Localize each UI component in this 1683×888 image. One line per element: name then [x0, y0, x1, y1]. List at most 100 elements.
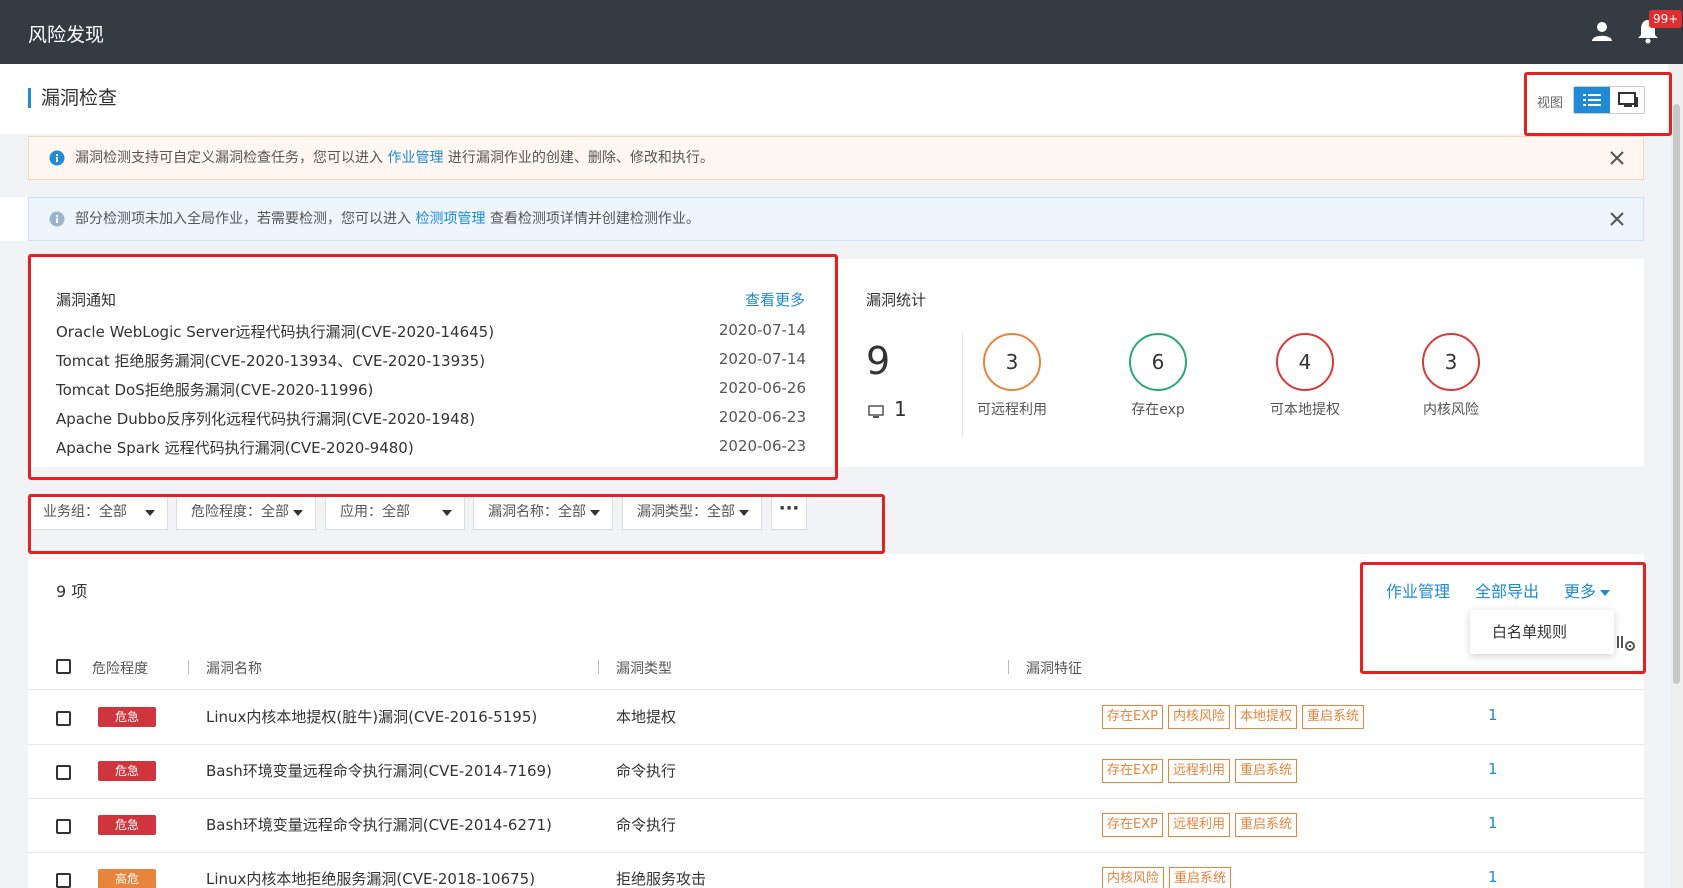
close-icon[interactable] [1609, 150, 1625, 166]
notice-name: Apache Spark 远程代码执行漏洞(CVE-2020-9480) [56, 439, 414, 457]
notice-date: 2020-06-23 [718, 437, 806, 455]
feature-tag: 本地提权 [1234, 705, 1297, 729]
item-count: 9 项 [56, 582, 88, 601]
filter-label: 漏洞名称：全部 [488, 504, 586, 520]
vulnerability-name[interactable]: Bash环境变量远程命令执行漏洞(CVE-2014-7169) [206, 760, 552, 781]
stats-title: 漏洞统计 [866, 291, 927, 309]
stat-label: 内核风险 [1423, 402, 1479, 418]
page-scrollbar[interactable] [1670, 64, 1683, 888]
severity-badge: 危急 [98, 761, 156, 781]
scrollbar-thumb[interactable] [1673, 104, 1680, 684]
table-row[interactable]: 危急 Linux内核本地提权(脏牛)漏洞(CVE-2016-5195) 本地提权… [28, 691, 1644, 745]
user-icon[interactable] [1590, 19, 1614, 43]
severity-badge: 危急 [98, 707, 156, 727]
notice-item[interactable]: Tomcat DoS拒绝服务漏洞(CVE-2020-11996) 2020-06-… [56, 379, 806, 408]
alert-text: 查看检测项详情并创建检测作业。 [485, 211, 700, 227]
feature-tag: 内核风险 [1102, 867, 1165, 888]
vulnerability-table-panel: 9 项 作业管理 全部导出 更多 危险程度 漏洞名称 漏洞类型 漏洞特征 危急 … [28, 554, 1644, 888]
filter-label: 危险程度：全部 [191, 504, 289, 520]
check-item-management-link[interactable]: 检测项管理 [415, 211, 485, 227]
job-info-alert: 漏洞检测支持可自定义漏洞检查任务，您可以进入 作业管理 进行漏洞作业的创建、删除… [28, 136, 1644, 180]
features-column-header[interactable]: 漏洞特征 [1026, 658, 1082, 678]
more-actions-button[interactable]: 更多 [1564, 578, 1611, 602]
close-icon[interactable] [1609, 211, 1625, 227]
chevron-down-icon [590, 510, 600, 516]
severity-badge: 危急 [98, 815, 156, 835]
monitor-view-icon [1618, 92, 1638, 107]
info-icon [49, 150, 65, 166]
host-view-button[interactable] [1610, 87, 1644, 113]
vulnerability-type-filter[interactable]: 漏洞类型：全部 [622, 494, 762, 530]
export-all-button[interactable]: 全部导出 [1475, 578, 1539, 602]
info-icon [49, 211, 65, 227]
feature-tags: 存在EXP 内核风险 本地提权 重启系统 [1102, 705, 1369, 729]
severity-filter[interactable]: 危险程度：全部 [176, 494, 316, 530]
feature-tag: 远程利用 [1167, 813, 1230, 837]
vulnerability-name-filter[interactable]: 漏洞名称：全部 [473, 494, 613, 530]
business-group-filter[interactable]: 业务组：全部 [28, 494, 168, 530]
page-title: 漏洞检查 [28, 88, 117, 108]
top-bar: 风险发现 99+ [0, 0, 1683, 64]
caret-down-icon [1600, 589, 1611, 596]
vulnerability-name[interactable]: Bash环境变量远程命令执行漏洞(CVE-2014-6271) [206, 814, 552, 835]
view-label: 视图 [1537, 96, 1564, 111]
stat-label: 存在exp [1131, 402, 1185, 418]
vulnerability-name[interactable]: Linux内核本地拒绝服务漏洞(CVE-2018-10675) [206, 868, 535, 888]
filter-label: 业务组：全部 [43, 504, 127, 520]
job-management-link[interactable]: 作业管理 [387, 150, 443, 166]
row-checkbox[interactable] [56, 711, 71, 726]
list-view-button[interactable] [1574, 87, 1610, 113]
whitelist-rules-menu-item[interactable]: 白名单规则 [1492, 623, 1567, 641]
vulnerability-type: 本地提权 [616, 708, 677, 726]
stat-circle: 3 [1422, 333, 1480, 391]
notice-item[interactable]: Tomcat 拒绝服务漏洞(CVE-2020-13934、CVE-2020-13… [56, 350, 806, 379]
stat-label: 可本地提权 [1270, 402, 1340, 418]
notice-item[interactable]: Oracle WebLogic Server远程代码执行漏洞(CVE-2020-… [56, 321, 806, 350]
affected-count-link[interactable]: 1 [1488, 760, 1498, 778]
stat-local-privilege[interactable]: 4 可本地提权 [1245, 333, 1365, 419]
affected-count-link[interactable]: 1 [1488, 706, 1498, 724]
job-management-button[interactable]: 作业管理 [1386, 578, 1450, 602]
feature-tag: 内核风险 [1167, 705, 1230, 729]
stat-circle: 3 [983, 333, 1041, 391]
vulnerability-name[interactable]: Linux内核本地提权(脏牛)漏洞(CVE-2016-5195) [206, 706, 537, 727]
feature-tag: 存在EXP [1102, 813, 1163, 837]
stat-kernel-risk[interactable]: 3 内核风险 [1391, 333, 1511, 419]
select-all-checkbox[interactable] [56, 659, 71, 674]
notification-badge: 99+ [1649, 10, 1683, 28]
stat-remote-exploit[interactable]: 3 可远程利用 [952, 333, 1072, 419]
alert-strip [0, 197, 28, 241]
severity-column-header[interactable]: 危险程度 [92, 658, 148, 678]
row-checkbox[interactable] [56, 765, 71, 780]
affected-count-link[interactable]: 1 [1488, 868, 1498, 886]
feature-tag: 存在EXP [1102, 759, 1163, 783]
feature-tag: 远程利用 [1167, 759, 1230, 783]
notice-item[interactable]: Apache Spark 远程代码执行漏洞(CVE-2020-9480) 2020… [56, 437, 806, 466]
filter-label: 漏洞类型：全部 [637, 504, 735, 520]
more-actions-label: 更多 [1564, 582, 1597, 601]
name-column-header[interactable]: 漏洞名称 [206, 658, 262, 678]
notice-title: 漏洞通知 [56, 291, 117, 309]
stat-circle: 6 [1129, 333, 1187, 391]
feature-tags: 存在EXP 远程利用 重启系统 [1102, 813, 1302, 837]
more-filters-button[interactable]: ··· [771, 494, 807, 530]
type-column-header[interactable]: 漏洞类型 [616, 658, 672, 678]
affected-count-link[interactable]: 1 [1488, 814, 1498, 832]
alert-text: 漏洞检测支持可自定义漏洞检查任务，您可以进入 [75, 150, 388, 166]
application-filter[interactable]: 应用：全部 [325, 494, 465, 530]
vulnerability-notice-panel: 漏洞通知 查看更多 Oracle WebLogic Server远程代码执行漏洞… [28, 259, 833, 467]
chevron-down-icon [145, 510, 155, 516]
table-row[interactable]: 危急 Bash环境变量远程命令执行漏洞(CVE-2014-6271) 命令执行 … [28, 799, 1644, 853]
notice-name: Apache Dubbo反序列化远程代码执行漏洞(CVE-2020-1948) [56, 410, 476, 428]
column-separator [598, 660, 599, 674]
notice-list: Oracle WebLogic Server远程代码执行漏洞(CVE-2020-… [56, 321, 806, 466]
table-row[interactable]: 高危 Linux内核本地拒绝服务漏洞(CVE-2018-10675) 拒绝服务攻… [28, 853, 1644, 888]
stat-exp-exists[interactable]: 6 存在exp [1098, 333, 1218, 419]
row-checkbox[interactable] [56, 873, 71, 888]
row-checkbox[interactable] [56, 819, 71, 834]
filter-label: 应用：全部 [340, 504, 410, 520]
table-row[interactable]: 危急 Bash环境变量远程命令执行漏洞(CVE-2014-7169) 命令执行 … [28, 745, 1644, 799]
view-more-link[interactable]: 查看更多 [745, 289, 805, 310]
monitor-icon [868, 405, 884, 418]
notice-item[interactable]: Apache Dubbo反序列化远程代码执行漏洞(CVE-2020-1948) 2… [56, 408, 806, 437]
